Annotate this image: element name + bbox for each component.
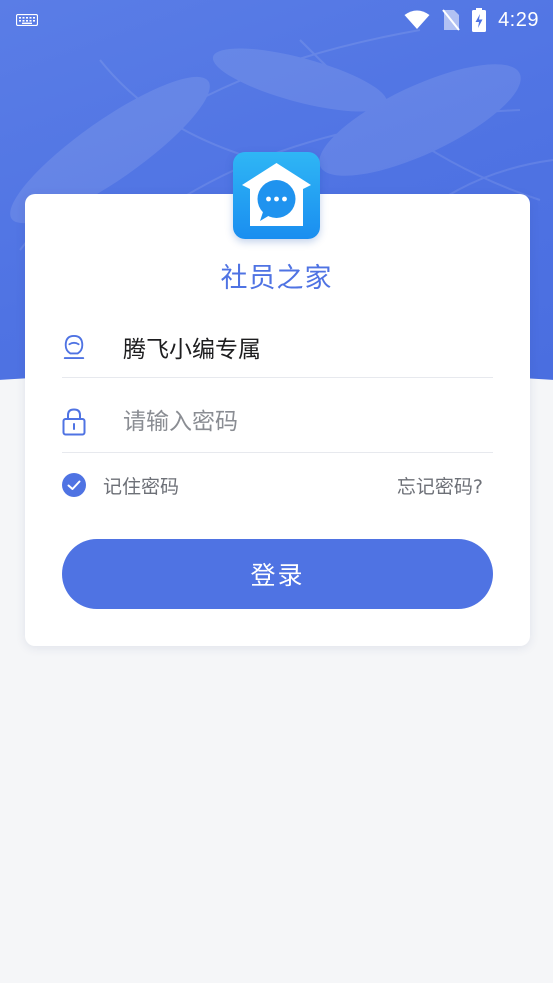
user-icon	[62, 333, 86, 361]
keyboard-icon	[16, 14, 38, 26]
lock-icon	[62, 408, 86, 436]
remember-password-toggle[interactable]: 记住密码	[62, 472, 179, 499]
status-bar: 4:29	[0, 0, 553, 40]
battery-charging-icon	[472, 8, 487, 32]
login-button[interactable]: 登录	[62, 539, 493, 609]
password-field[interactable]	[62, 392, 493, 453]
checkmark-icon[interactable]	[62, 473, 86, 497]
remember-password-label: 记住密码	[103, 475, 180, 498]
chat-house-icon	[242, 163, 311, 226]
no-sim-icon	[442, 9, 460, 31]
remember-row: 记住密码 忘记密码?	[62, 470, 493, 500]
username-field[interactable]: 腾飞小编专属	[62, 317, 493, 378]
login-screen: 4:29 社员之家 腾飞小编专属 记住密码 忘记密码? 登录	[0, 0, 553, 983]
app-logo	[233, 152, 320, 239]
forgot-password-link[interactable]: 忘记密码?	[397, 472, 483, 499]
wifi-icon	[404, 10, 430, 29]
app-title: 社员之家	[220, 263, 333, 294]
password-input[interactable]	[123, 409, 463, 435]
status-time: 4:29	[498, 8, 539, 31]
username-value[interactable]: 腾飞小编专属	[123, 330, 463, 364]
